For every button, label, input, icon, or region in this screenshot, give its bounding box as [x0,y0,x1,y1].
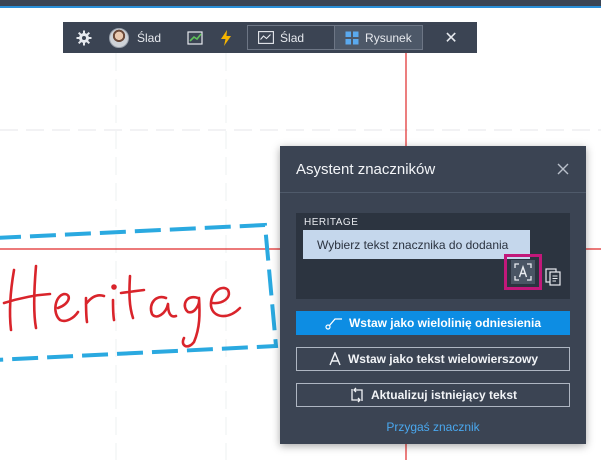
chart-check-icon [187,30,203,45]
select-text-button[interactable] [504,254,542,290]
gear-icon [76,30,92,45]
markup-list-button[interactable] [185,22,207,53]
settings-button[interactable] [72,22,96,53]
leader-icon [325,318,342,330]
panel-header: Asystent znaczników [280,146,586,193]
toggle-drawing-label: Rysunek [365,30,412,45]
update-text-button[interactable]: Aktualizuj istniejący tekst [296,383,570,407]
toggle-drawing[interactable]: Rysunek [335,25,424,50]
panel-title: Asystent znaczników [296,160,436,178]
drawing-grid-icon [345,31,359,44]
lightning-icon [221,29,232,46]
text-a-icon [329,352,341,366]
update-text-label: Aktualizuj istniejący tekst [370,388,518,402]
markup-assist-panel: Asystent znaczników HERITAGE Wybierz tek… [280,146,586,444]
fade-markup-link[interactable]: Przygaś znacznik [280,420,586,434]
insert-leader-button[interactable]: Wstaw jako wielolinię odniesienia [296,311,570,335]
insert-mtext-label: Wstaw jako tekst wielowierszowy [347,352,539,366]
ribbon-edge [0,0,601,8]
toggle-markup[interactable]: Ślad [247,25,336,50]
insert-leader-label: Wstaw jako wielolinię odniesienia [348,316,542,330]
recognized-text: HERITAGE [304,217,359,228]
markup-handwriting [2,264,242,348]
toggle-markup-label: Ślad [280,30,305,45]
avatar[interactable] [109,27,129,48]
quick-action-button[interactable] [217,22,235,53]
copy-button[interactable] [542,266,564,288]
close-icon[interactable] [556,162,570,176]
text-select-icon [514,263,532,281]
user-name: Ślad [137,30,162,45]
close-icon: ✕ [444,29,458,47]
toolbar-close-button[interactable]: ✕ [441,22,461,53]
tooltip: Wybierz tekst znacznika do dodania [303,230,530,259]
markup-toolbar: Ślad Ślad Rysunek ✕ [63,22,477,53]
markup-icon [258,31,274,44]
insert-mtext-button[interactable]: Wstaw jako tekst wielowierszowy [296,347,570,371]
markup-rectangle [0,222,279,362]
copy-icon [545,268,561,286]
update-text-icon [351,387,363,403]
